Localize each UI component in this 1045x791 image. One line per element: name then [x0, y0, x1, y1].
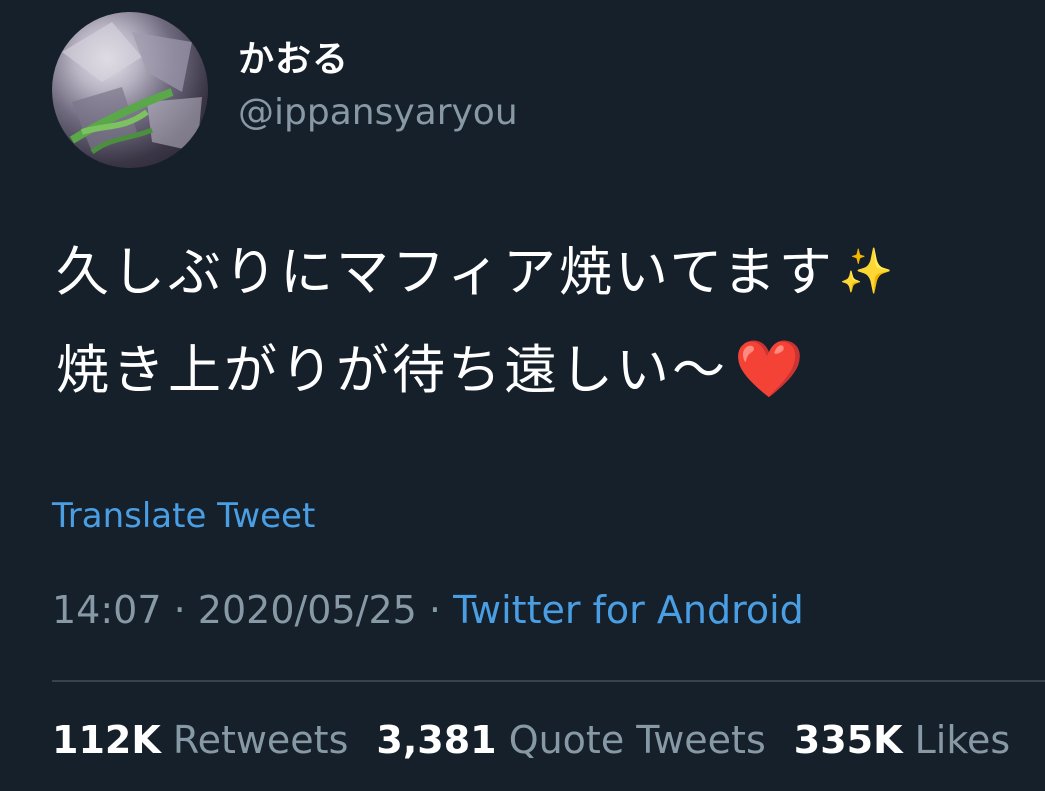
- user-handle[interactable]: @ippansyaryou: [238, 92, 518, 133]
- quote-tweets-label: Quote Tweets: [508, 718, 766, 762]
- tweet-meta: 14:07 · 2020/05/25 · Twitter for Android: [52, 588, 804, 632]
- tweet-text: 焼き上がりが待ち遠しい〜: [56, 340, 728, 401]
- quote-tweets-count: 3,381: [376, 718, 497, 762]
- display-name[interactable]: かおる: [238, 30, 349, 82]
- likes-label: Likes: [914, 718, 1011, 762]
- retweets-label: Retweets: [172, 718, 349, 762]
- tweet-text-line-2: 焼き上がりが待ち遠しい〜 ❤️: [56, 340, 807, 401]
- avatar-image: [62, 22, 202, 155]
- likes-stat[interactable]: 335K Likes: [794, 718, 1010, 762]
- engagement-stats: 112K Retweets 3,381 Quote Tweets 335K Like…: [52, 718, 1038, 762]
- tweet-text-line-1: 久しぶりにマフィア焼いてます✨: [56, 242, 897, 303]
- avatar[interactable]: [52, 12, 208, 168]
- tweet-date[interactable]: 2020/05/25: [198, 588, 417, 632]
- translate-tweet-link[interactable]: Translate Tweet: [52, 496, 315, 536]
- retweets-stat[interactable]: 112K Retweets: [52, 718, 348, 762]
- meta-separator: ·: [173, 588, 186, 632]
- tweet-text: 久しぶりにマフィア焼いてます: [56, 242, 835, 303]
- retweets-count: 112K: [52, 718, 161, 762]
- tweet-time[interactable]: 14:07: [52, 588, 162, 632]
- sparkles-icon: ✨: [838, 246, 897, 297]
- meta-separator: ·: [428, 588, 442, 632]
- tweet-detail: かおる @ippansyaryou 久しぶりにマフィア焼いてます✨ 焼き上がりが…: [0, 0, 1045, 791]
- tweet-source-link[interactable]: Twitter for Android: [453, 588, 804, 632]
- quote-tweets-stat[interactable]: 3,381 Quote Tweets: [376, 718, 765, 762]
- divider: [52, 680, 1045, 682]
- likes-count: 335K: [793, 718, 903, 762]
- heart-icon: ❤️: [734, 337, 807, 402]
